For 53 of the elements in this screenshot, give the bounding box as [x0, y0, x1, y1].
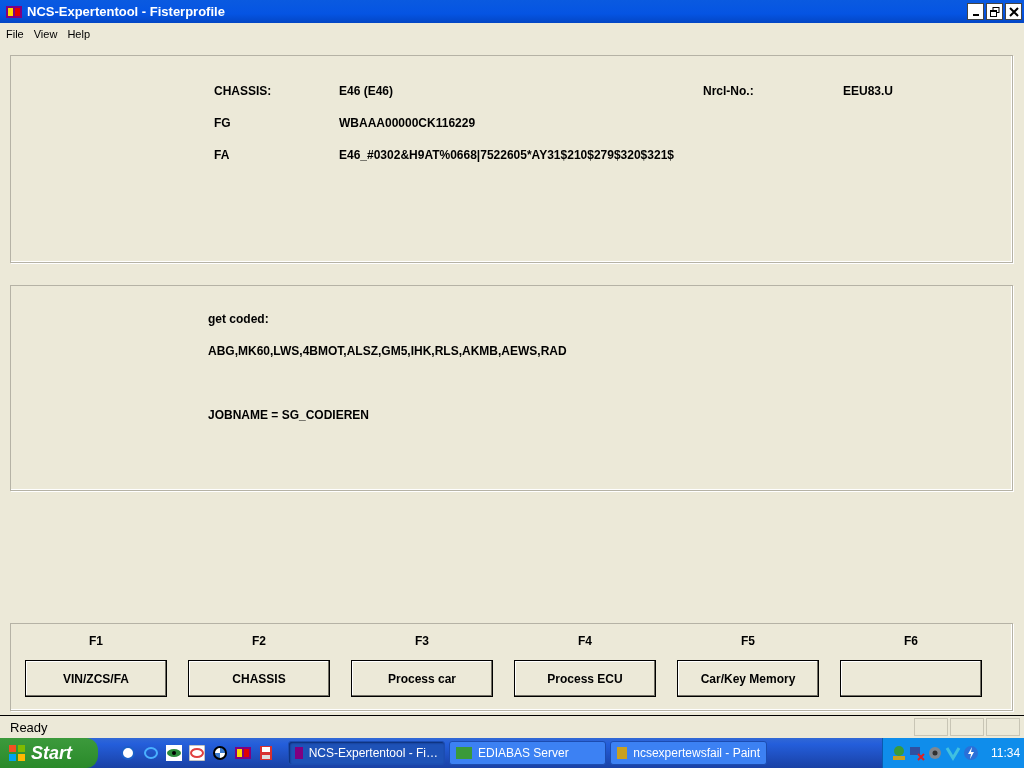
field-value: E46 (E46) — [339, 84, 395, 100]
field-value: EEU83.U — [843, 84, 895, 100]
status-pane — [914, 718, 948, 736]
menu-item[interactable]: File — [1, 28, 29, 40]
start-button[interactable]: Start — [0, 738, 98, 768]
function-button[interactable]: VIN/ZCS/FA — [25, 660, 167, 697]
car-logo-icon[interactable] — [212, 745, 228, 761]
windows-logo-icon — [8, 744, 26, 762]
function-button[interactable]: CHASSIS — [188, 660, 330, 697]
module-list: ABG,MK60,LWS,4BMOT,ALSZ,GM5,IHK,RLS,AKMB,AEWS,RAD — [208, 344, 567, 376]
minimize-button[interactable] — [967, 3, 984, 20]
speaker-icon[interactable] — [927, 745, 943, 761]
field-label: FG — [214, 116, 232, 132]
function-key-label: F3 — [415, 634, 429, 648]
function-key-label: F6 — [904, 634, 918, 648]
taskbar-button[interactable]: NCS-Expertentool - Fi… — [288, 741, 445, 765]
function-key-label: F4 — [578, 634, 592, 648]
function-key-label: F2 — [252, 634, 266, 648]
taskbar-button[interactable]: ncsexpertewsfail - Paint — [610, 741, 767, 765]
status-pane — [986, 718, 1020, 736]
window-title: NCS-Expertentool - Fisterprofile — [27, 4, 226, 19]
menu-item[interactable]: Help — [62, 28, 95, 40]
function-button[interactable]: Process car — [351, 660, 493, 697]
field-value: E46_#0302&H9AT%0668|7522605*AY31$210$279$320$321$ — [339, 148, 675, 164]
restore-button[interactable] — [986, 3, 1003, 20]
restore-icon — [989, 6, 1000, 17]
taskbar-button[interactable]: EDIABAS Server — [449, 741, 606, 765]
app-icon[interactable] — [235, 745, 251, 761]
app-icon — [617, 745, 628, 761]
function-button[interactable]: Car/Key Memory — [677, 660, 819, 697]
menu-item[interactable]: View — [28, 28, 63, 40]
close-button[interactable] — [1005, 3, 1022, 20]
field-value: WBAAA00000CK116229 — [339, 116, 477, 132]
field-label: FA — [214, 148, 231, 164]
clock: 11:34 — [991, 746, 1021, 760]
field-label: Nrcl-No.: — [703, 84, 755, 100]
function-button[interactable]: Process ECU — [514, 660, 656, 697]
app-icon — [6, 4, 22, 19]
function-button[interactable] — [840, 660, 982, 697]
section-heading: get coded: — [208, 312, 269, 328]
job-name: JOBNAME = SG_CODIEREN — [208, 408, 370, 424]
function-key-label: F5 — [741, 634, 755, 648]
lightning-icon[interactable] — [963, 745, 979, 761]
status-pane — [950, 718, 984, 736]
status-text: Ready — [10, 719, 49, 735]
paint-icon[interactable] — [189, 745, 205, 761]
app-icon — [295, 745, 303, 761]
minimize-icon — [972, 13, 979, 16]
app-icon — [456, 745, 472, 761]
field-label: CHASSIS: — [214, 84, 273, 100]
eye-icon[interactable] — [166, 745, 182, 761]
function-key-label: F1 — [89, 634, 103, 648]
close-icon — [1008, 6, 1019, 17]
